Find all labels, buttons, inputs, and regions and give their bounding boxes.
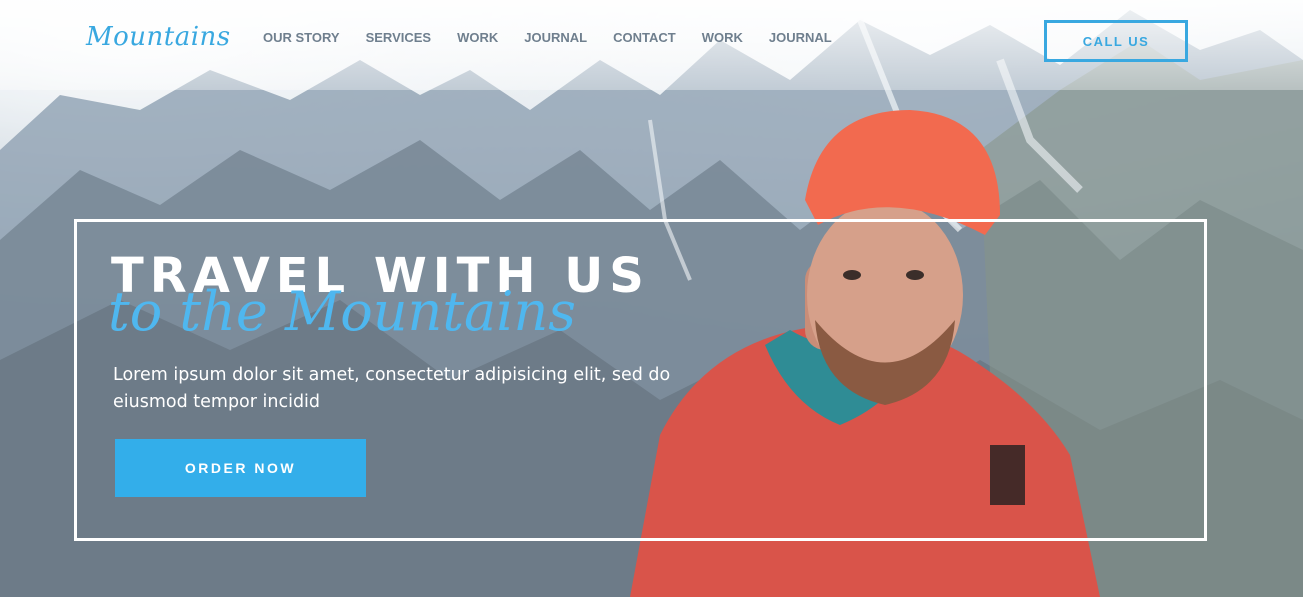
nav-item-our-story[interactable]: OUR STORY <box>263 30 340 45</box>
hero-description: Lorem ipsum dolor sit amet, consectetur … <box>113 365 671 412</box>
nav-item-journal-2[interactable]: JOURNAL <box>769 30 832 45</box>
hero-script-title: to the Mountains <box>108 280 576 343</box>
hero-section: Mountains OUR STORY SERVICES WORK JOURNA… <box>0 0 1303 597</box>
nav-item-journal[interactable]: JOURNAL <box>524 30 587 45</box>
call-us-button[interactable]: CALL US <box>1044 20 1188 62</box>
brand-logo[interactable]: Mountains <box>86 22 231 52</box>
nav-item-services[interactable]: SERVICES <box>366 30 432 45</box>
nav-item-work[interactable]: WORK <box>457 30 498 45</box>
nav-item-contact[interactable]: CONTACT <box>613 30 676 45</box>
nav-item-work-2[interactable]: WORK <box>702 30 743 45</box>
main-nav: OUR STORY SERVICES WORK JOURNAL CONTACT … <box>263 30 858 45</box>
order-now-button[interactable]: ORDER NOW <box>115 439 366 497</box>
